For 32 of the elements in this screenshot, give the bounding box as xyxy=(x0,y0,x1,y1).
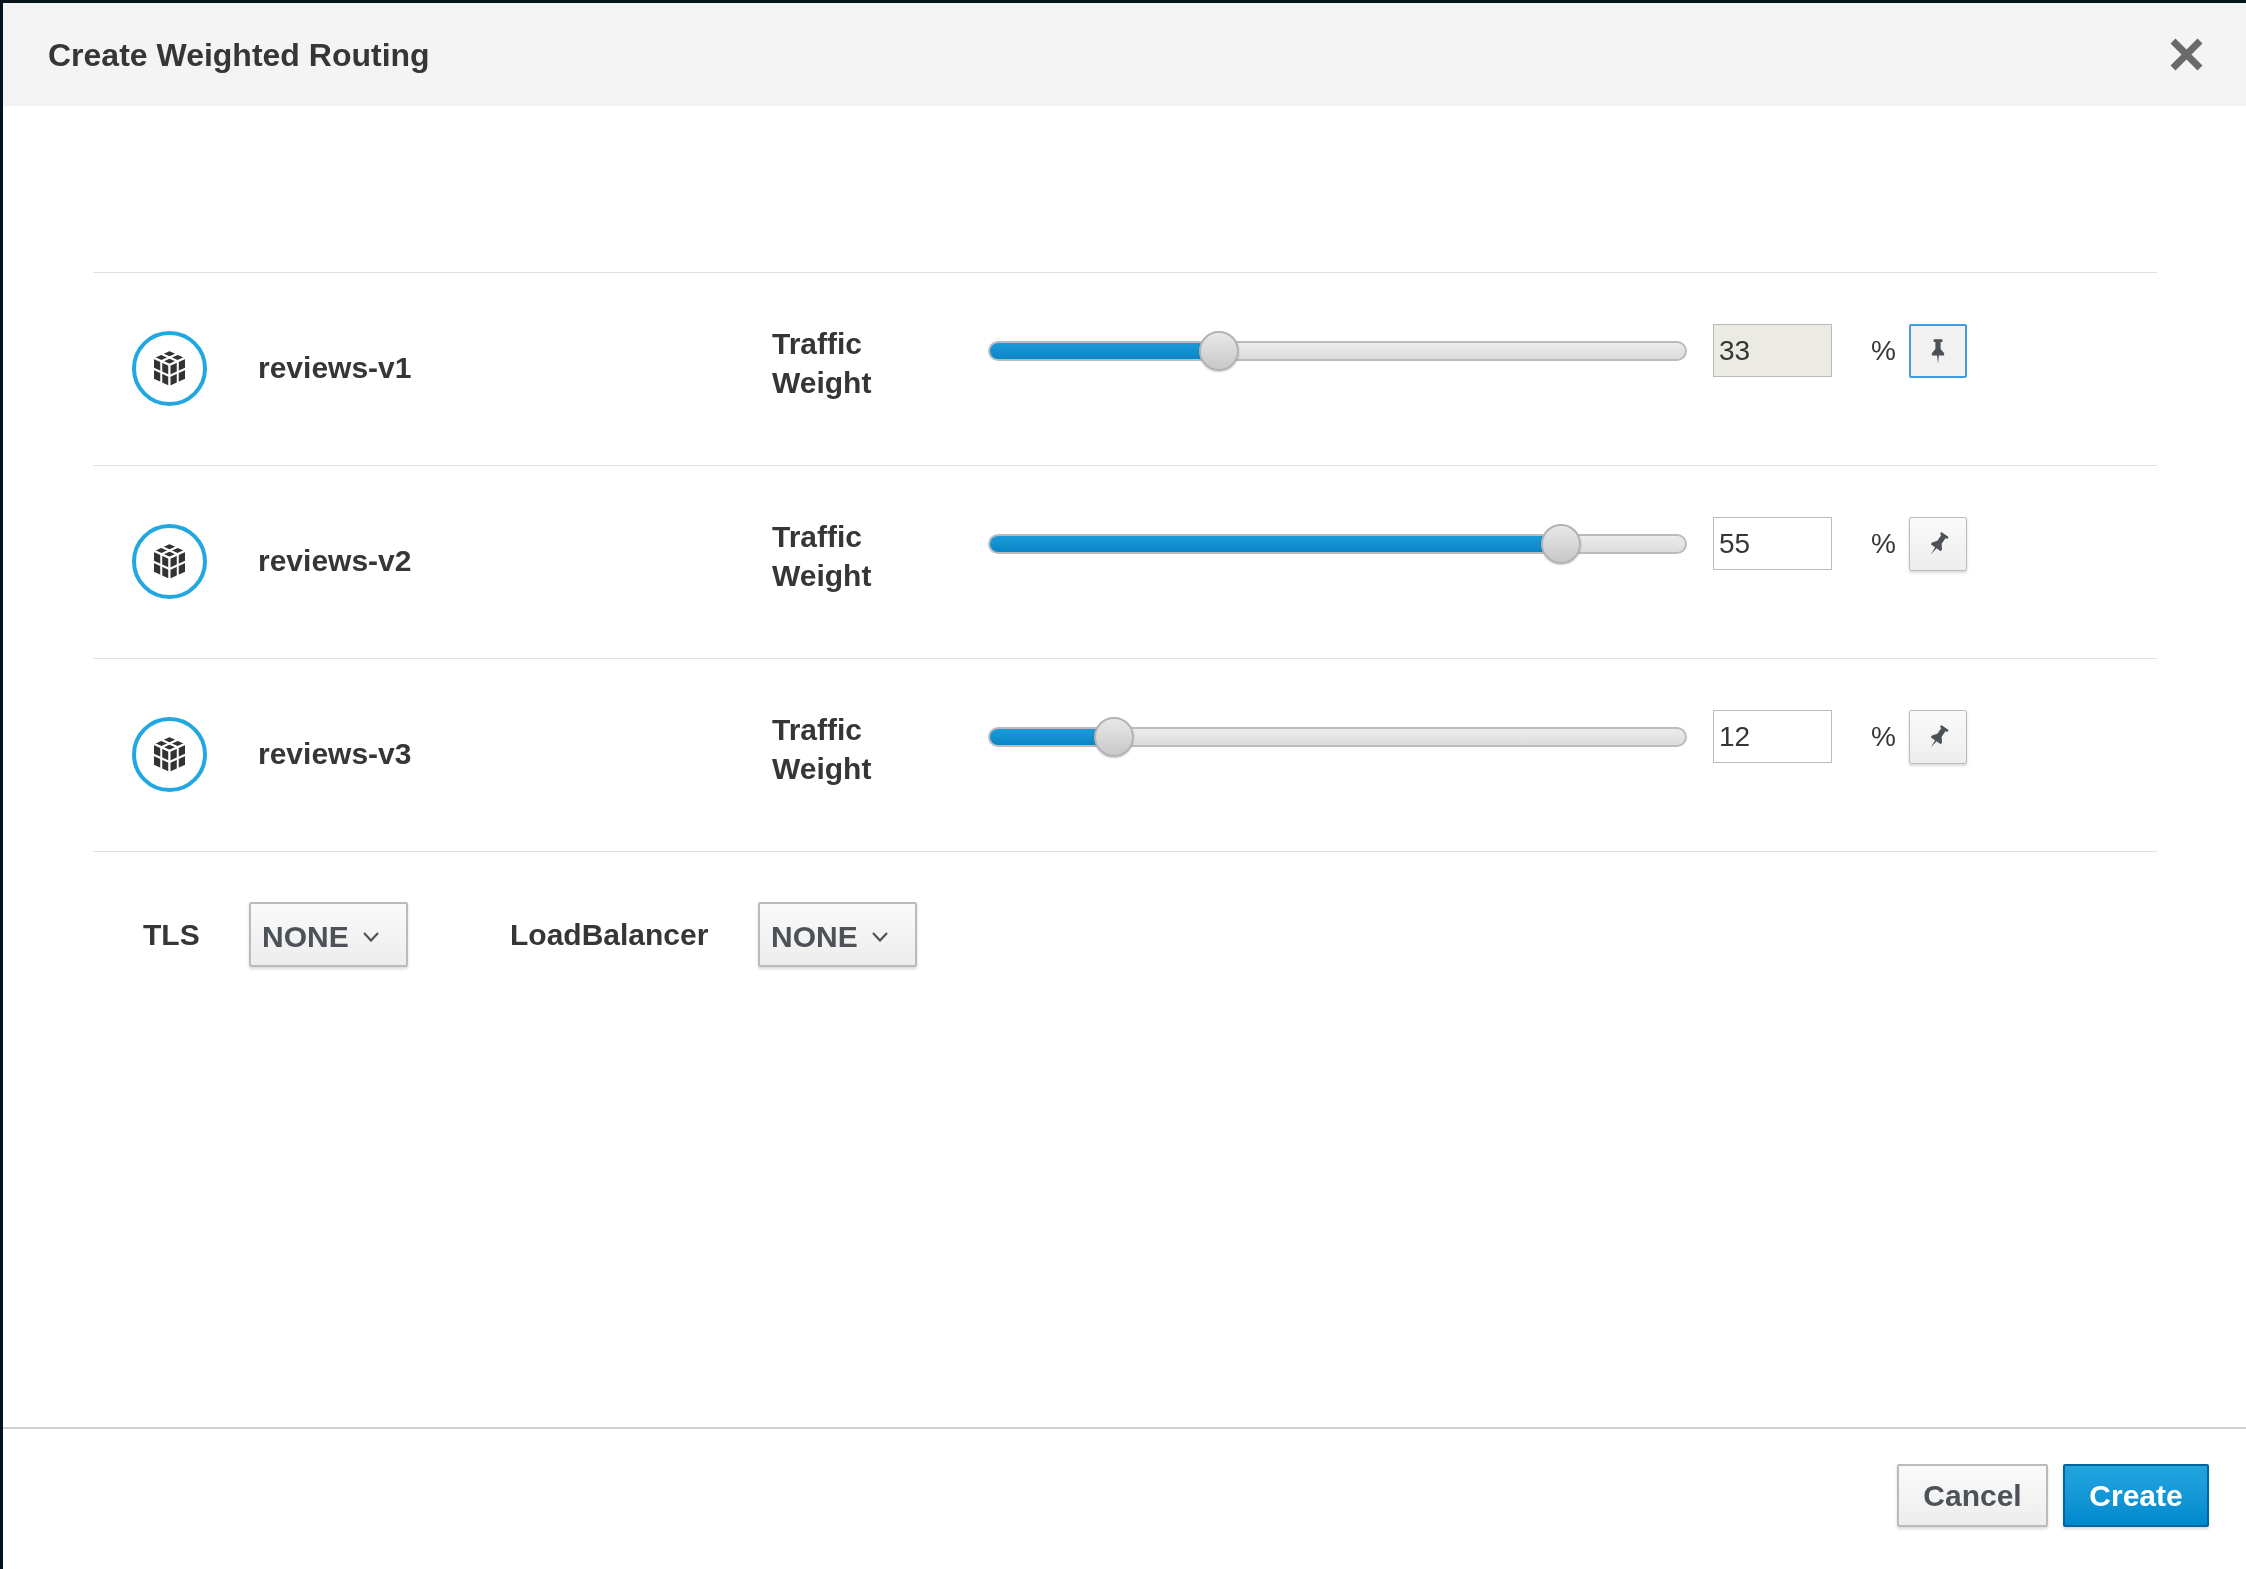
cancel-button[interactable]: Cancel xyxy=(1897,1464,2048,1527)
percent-unit: % xyxy=(1871,527,1896,561)
weight-label: Traffic Weight xyxy=(772,519,873,594)
dialog-title: Create Weighted Routing xyxy=(48,35,430,75)
dropdown[interactable]: NONE xyxy=(249,902,408,967)
slider-thumb[interactable] xyxy=(1541,524,1582,564)
pin-button[interactable] xyxy=(1908,324,1967,378)
cube-icon xyxy=(132,524,207,599)
weight-label: Traffic Weight xyxy=(772,326,873,401)
chevron-down-icon xyxy=(871,931,888,942)
weight-label: Traffic Weight xyxy=(772,712,873,787)
weight-input[interactable]: 12 xyxy=(1713,710,1832,763)
pin-button[interactable] xyxy=(1908,710,1967,764)
slider-track[interactable] xyxy=(988,524,1687,564)
percent-unit: % xyxy=(1871,720,1896,754)
dropdown[interactable]: NONE xyxy=(758,902,917,967)
cube-icon xyxy=(132,717,207,792)
slider-track[interactable] xyxy=(988,717,1687,757)
service-name: reviews-v2 xyxy=(258,543,413,579)
option-label: LoadBalancer xyxy=(510,916,710,953)
service-name: reviews-v3 xyxy=(258,736,413,772)
service-name: reviews-v1 xyxy=(258,350,413,386)
cube-icon xyxy=(132,331,207,406)
slider-thumb[interactable] xyxy=(1198,331,1239,371)
slider-thumb[interactable] xyxy=(1093,717,1134,757)
option-label: TLS xyxy=(143,916,201,953)
slider-track[interactable] xyxy=(988,331,1687,371)
close-icon[interactable] xyxy=(2170,38,2203,71)
weight-input[interactable]: 55 xyxy=(1713,517,1832,570)
percent-unit: % xyxy=(1871,334,1896,368)
pin-button[interactable] xyxy=(1908,517,1967,571)
chevron-down-icon xyxy=(362,931,379,942)
